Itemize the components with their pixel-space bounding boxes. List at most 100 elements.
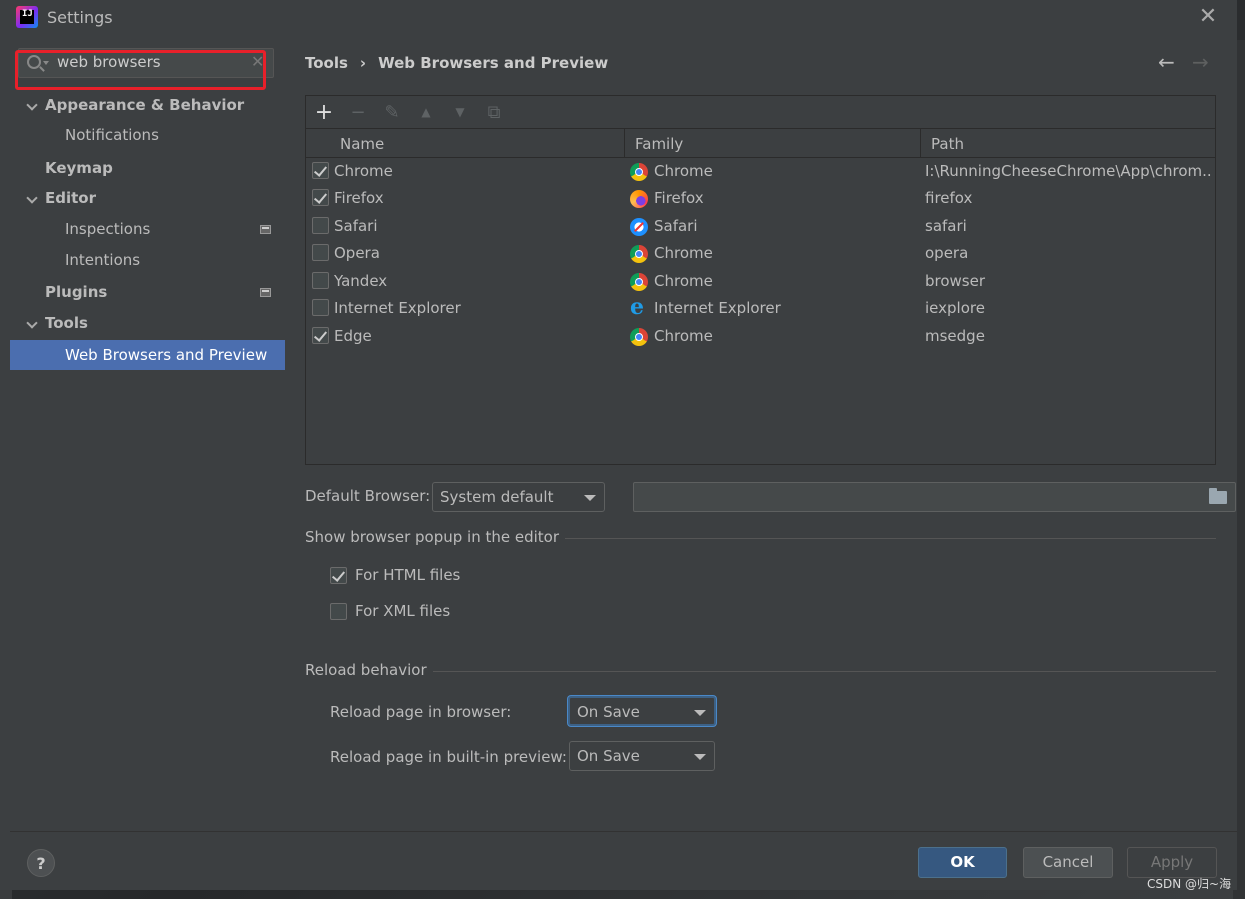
- sidebar-item-notifications[interactable]: Notifications: [10, 120, 285, 150]
- breadcrumb-parent[interactable]: Tools: [305, 54, 348, 72]
- xml-files-label: For XML files: [355, 602, 451, 620]
- browser-path-field[interactable]: [633, 482, 1236, 512]
- browser-family-cell[interactable]: Chrome: [654, 240, 920, 267]
- browser-name-cell[interactable]: Safari: [334, 213, 624, 240]
- forward-arrow-icon: →: [1192, 50, 1209, 74]
- reload-preview-select[interactable]: On Save: [569, 741, 715, 771]
- sidebar-item-intentions[interactable]: Intentions: [10, 245, 285, 275]
- cancel-button[interactable]: Cancel: [1023, 847, 1113, 878]
- browser-enabled-checkbox[interactable]: [312, 189, 329, 206]
- firefox-icon: [630, 190, 648, 208]
- search-input[interactable]: web browsers ✕: [18, 48, 274, 78]
- column-header-path[interactable]: Path: [920, 129, 1215, 159]
- browser-name-cell[interactable]: Firefox: [334, 185, 624, 212]
- browser-path-cell[interactable]: I:\RunningCheeseChrome\App\chrom...: [925, 158, 1213, 185]
- dropdown-arrow-icon: [694, 710, 706, 716]
- add-icon[interactable]: +: [314, 100, 334, 125]
- project-level-icon: [260, 225, 271, 234]
- browser-path-cell[interactable]: iexplore: [925, 295, 1213, 322]
- sidebar-item-editor[interactable]: Editor: [10, 183, 285, 213]
- reload-preview-label: Reload page in built-in preview:: [330, 748, 567, 766]
- move-up-icon: ▲: [421, 105, 431, 119]
- reload-preview-value: On Save: [577, 747, 640, 765]
- ok-button[interactable]: OK: [918, 847, 1007, 878]
- browser-path-cell[interactable]: msedge: [925, 323, 1213, 350]
- sidebar-item-inspections[interactable]: Inspections: [10, 214, 285, 244]
- table-row[interactable]: Opera Chrome opera: [306, 240, 1215, 267]
- sidebar-item-label: Web Browsers and Preview: [65, 346, 268, 364]
- section-divider: [565, 538, 1216, 539]
- chevron-down-icon[interactable]: [26, 317, 38, 329]
- sidebar-item-label: Plugins: [45, 283, 108, 301]
- sidebar-item-label: Tools: [45, 314, 88, 332]
- browser-name-cell[interactable]: Internet Explorer: [334, 295, 624, 322]
- table-row[interactable]: Firefox Firefox firefox: [306, 185, 1215, 212]
- browser-enabled-checkbox[interactable]: [312, 272, 329, 289]
- search-icon: [27, 55, 41, 69]
- breadcrumb: Tools › Web Browsers and Preview: [305, 54, 608, 72]
- popup-section-title: Show browser popup in the editor: [305, 528, 560, 546]
- xml-files-checkbox[interactable]: [330, 603, 347, 620]
- browser-path-cell[interactable]: safari: [925, 213, 1213, 240]
- back-arrow-icon[interactable]: ←: [1158, 50, 1175, 74]
- safari-icon: [630, 218, 648, 236]
- browser-family-cell[interactable]: Safari: [654, 213, 920, 240]
- move-down-icon: ▼: [455, 105, 465, 119]
- chevron-down-icon[interactable]: [26, 192, 38, 204]
- default-browser-row: Default Browser: System default: [305, 482, 1236, 512]
- watermark: CSDN @归~海: [1147, 877, 1232, 891]
- reload-browser-value: On Save: [577, 703, 640, 721]
- dialog-footer: ? OK Cancel Apply: [10, 831, 1237, 890]
- browser-path-cell[interactable]: firefox: [925, 185, 1213, 212]
- chrome-icon: [630, 245, 648, 263]
- chevron-down-icon[interactable]: [26, 99, 38, 111]
- browser-enabled-checkbox[interactable]: [312, 299, 329, 316]
- browser-name-cell[interactable]: Edge: [334, 323, 624, 350]
- reload-browser-select[interactable]: On Save: [568, 696, 716, 726]
- close-icon[interactable]: ✕: [1196, 5, 1220, 29]
- browser-family-cell[interactable]: Internet Explorer: [654, 295, 920, 322]
- column-header-family[interactable]: Family: [624, 129, 920, 159]
- browser-enabled-checkbox[interactable]: [312, 327, 329, 344]
- sidebar-item-keymap[interactable]: Keymap: [10, 153, 285, 183]
- default-browser-select[interactable]: System default: [432, 482, 605, 512]
- sidebar-item-plugins[interactable]: Plugins: [10, 277, 285, 307]
- browser-name-cell[interactable]: Yandex: [334, 268, 624, 295]
- browser-family-cell[interactable]: Firefox: [654, 185, 920, 212]
- table-row[interactable]: Internet Explorer e Internet Explorer iexpl…: [306, 295, 1215, 322]
- browser-enabled-checkbox[interactable]: [312, 162, 329, 179]
- folder-icon[interactable]: [1209, 488, 1227, 504]
- html-files-checkbox[interactable]: [330, 567, 347, 584]
- settings-dialog: IJ Settings ✕ web browsers ✕ Appearance …: [0, 0, 1237, 890]
- clear-search-icon[interactable]: ✕: [251, 52, 264, 71]
- table-row[interactable]: Yandex Chrome browser: [306, 268, 1215, 295]
- chrome-icon: [630, 328, 648, 346]
- search-history-caret-icon[interactable]: [43, 61, 49, 65]
- html-files-label: For HTML files: [355, 566, 461, 584]
- intellij-app-icon: IJ: [16, 6, 38, 28]
- default-browser-value: System default: [440, 488, 554, 506]
- sidebar-item-appearance-behavior[interactable]: Appearance & Behavior: [10, 90, 285, 120]
- browser-name-cell[interactable]: Chrome: [334, 158, 624, 185]
- browser-family-cell[interactable]: Chrome: [654, 323, 920, 350]
- browser-family-cell[interactable]: Chrome: [654, 158, 920, 185]
- table-row[interactable]: Safari Safari safari: [306, 213, 1215, 240]
- table-row[interactable]: Chrome Chrome I:\RunningCheeseChrome\App\c…: [306, 158, 1215, 185]
- sidebar-item-tools[interactable]: Tools: [10, 308, 285, 338]
- remove-icon: −: [350, 101, 366, 123]
- sidebar-item-web-browsers[interactable]: Web Browsers and Preview: [10, 340, 285, 370]
- table-row[interactable]: Edge Chrome msedge: [306, 323, 1215, 350]
- browser-path-cell[interactable]: opera: [925, 240, 1213, 267]
- sidebar-item-label: Editor: [45, 189, 96, 207]
- sidebar-item-label: Keymap: [45, 159, 113, 177]
- browsers-table-body: Chrome Chrome I:\RunningCheeseChrome\App\c…: [306, 158, 1215, 464]
- browser-path-cell[interactable]: browser: [925, 268, 1213, 295]
- browser-family-cell[interactable]: Chrome: [654, 268, 920, 295]
- browser-name-cell[interactable]: Opera: [334, 240, 624, 267]
- column-header-name[interactable]: Name: [330, 129, 626, 159]
- browser-enabled-checkbox[interactable]: [312, 217, 329, 234]
- browser-enabled-checkbox[interactable]: [312, 244, 329, 261]
- sidebar-item-label: Appearance & Behavior: [45, 96, 245, 114]
- table-header: Name Family Path: [306, 128, 1215, 159]
- help-icon[interactable]: ?: [27, 849, 55, 877]
